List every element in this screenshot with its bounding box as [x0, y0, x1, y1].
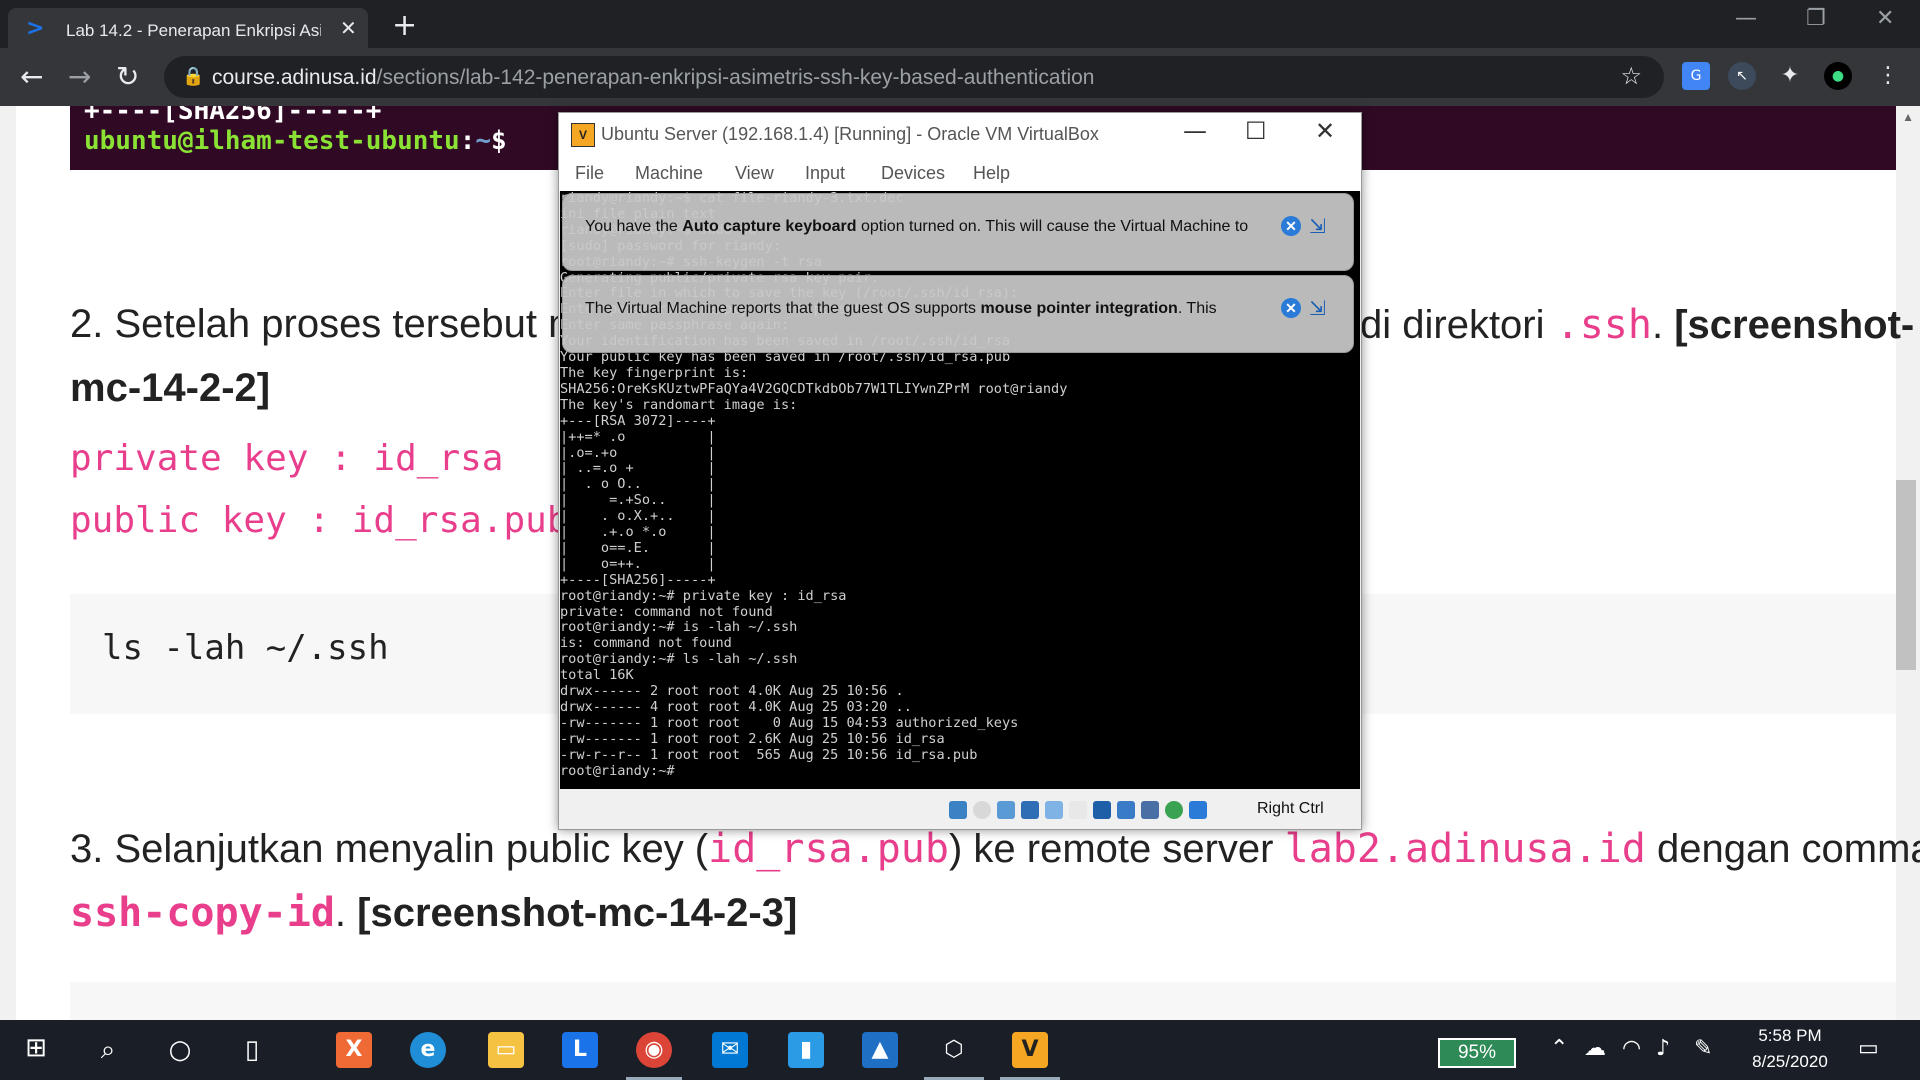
- do-not-show-again-icon[interactable]: ⇲: [1309, 214, 1326, 238]
- xampp-icon[interactable]: X: [336, 1032, 372, 1068]
- address-bar[interactable]: 🔒 course.adinusa.id/sections/lab-142-pen…: [164, 56, 1664, 98]
- menu-devices[interactable]: Devices: [881, 163, 945, 184]
- optical-drive-icon[interactable]: [949, 801, 967, 819]
- volume-icon[interactable]: ♪: [1656, 1036, 1670, 1061]
- shared-folders-icon[interactable]: [1045, 801, 1063, 819]
- notifications-icon[interactable]: ▭: [1858, 1036, 1879, 1061]
- vbox-titlebar[interactable]: V Ubuntu Server (192.168.1.4) [Running] …: [559, 113, 1361, 155]
- vm-console-screen[interactable]: riandy@riandy:~$ cat file-riandy-3.txt.d…: [560, 191, 1360, 789]
- vbox-close-icon[interactable]: ✕: [1315, 117, 1335, 145]
- close-window-icon[interactable]: ✕: [1876, 6, 1894, 31]
- guest-additions-icon[interactable]: [1117, 801, 1135, 819]
- browser-toolbar: ← → ↻ 🔒 course.adinusa.id/sections/lab-1…: [0, 48, 1920, 106]
- step-3-text-line2: ssh-copy-id. [screenshot-mc-14-2-3]: [70, 890, 798, 936]
- terminal-sha-line: +----[SHA256]-----+: [84, 106, 382, 126]
- mouse-integration-notification: The Virtual Machine reports that the gue…: [562, 275, 1354, 353]
- translate-icon[interactable]: G: [1682, 62, 1710, 90]
- pen-icon[interactable]: ✎: [1694, 1036, 1712, 1061]
- menu-dots-icon[interactable]: ⋮: [1874, 62, 1902, 90]
- cortana-icon[interactable]: ○: [162, 1032, 198, 1068]
- menu-help[interactable]: Help: [973, 163, 1010, 184]
- vbox-window-title: Ubuntu Server (192.168.1.4) [Running] - …: [601, 124, 1099, 144]
- code-command: ls -lah ~/.ssh: [102, 628, 389, 668]
- do-not-show-again-icon[interactable]: ⇲: [1309, 296, 1326, 320]
- private-key-line: private key : id_rsa: [70, 438, 504, 479]
- dismiss-notification-icon[interactable]: ✕: [1281, 298, 1301, 318]
- host-key-label: Right Ctrl: [1257, 800, 1324, 817]
- step-3-text: 3. Selanjutkan menyalin public key (id_r…: [70, 826, 1920, 872]
- battery-indicator[interactable]: 95%: [1438, 1038, 1516, 1068]
- video-capture-icon[interactable]: [1093, 801, 1111, 819]
- virtualbox-taskbar-icon[interactable]: V: [1012, 1032, 1048, 1068]
- display-icon[interactable]: [1069, 801, 1087, 819]
- virtualbox-window[interactable]: V Ubuntu Server (192.168.1.4) [Running] …: [558, 112, 1362, 830]
- 3d-viewer-icon[interactable]: ⬡: [936, 1032, 972, 1068]
- auto-capture-message: You have the Auto capture keyboard optio…: [585, 218, 1249, 235]
- step-2-text-right: di direktori .ssh. [screenshot-: [1360, 302, 1915, 348]
- clock-time[interactable]: 5:58 PM: [1750, 1026, 1830, 1046]
- public-key-line: public key : id_rsa.pub: [70, 500, 569, 541]
- virtualbox-app-icon: V: [571, 123, 595, 147]
- restore-icon[interactable]: ❐: [1806, 6, 1826, 31]
- edge-icon[interactable]: e: [410, 1032, 446, 1068]
- tray-overflow-icon[interactable]: ⌃: [1550, 1036, 1568, 1061]
- minimize-icon[interactable]: —: [1735, 6, 1757, 31]
- vbox-maximize-icon[interactable]: ☐: [1245, 117, 1267, 145]
- mouse-integration-message: The Virtual Machine reports that the gue…: [585, 300, 1217, 317]
- chrome-icon[interactable]: ◉: [636, 1032, 672, 1068]
- cpu-icon[interactable]: [1141, 801, 1159, 819]
- windows-start-icon[interactable]: ⊞: [18, 1030, 54, 1066]
- search-icon[interactable]: ⌕: [90, 1032, 126, 1068]
- step-2-text-left: 2. Setelah proses tersebut m: [70, 302, 582, 346]
- extensions-puzzle-icon[interactable]: ✦: [1776, 62, 1804, 90]
- forward-arrow-icon[interactable]: →: [68, 60, 91, 93]
- page-scrollbar-thumb[interactable]: [1896, 480, 1916, 670]
- browser-tab[interactable]: > Lab 14.2 - Penerapan Enkripsi Asi ✕: [8, 8, 368, 48]
- file-explorer-icon[interactable]: ▭: [488, 1032, 524, 1068]
- code-block-2: [70, 982, 1896, 1020]
- windows-taskbar: ⊞ ⌕ ○ ▯ X e ▭ L ◉ ✉ ▮ ▲ ⬡ V 95% ⌃ ☁ ◠ ♪ …: [0, 1020, 1920, 1080]
- dismiss-notification-icon[interactable]: ✕: [1281, 216, 1301, 236]
- new-tab-button[interactable]: +: [392, 8, 417, 43]
- vbox-menubar: File Machine View Input Devices Help: [559, 155, 1361, 191]
- usb-icon[interactable]: [1021, 801, 1039, 819]
- terminal-prompt: ubuntu@ilham-test-ubuntu:~$: [84, 126, 507, 156]
- lock-icon[interactable]: 🔒: [182, 66, 204, 87]
- network-icon[interactable]: [997, 801, 1015, 819]
- vbox-minimize-icon[interactable]: —: [1183, 117, 1207, 145]
- url-text[interactable]: course.adinusa.id/sections/lab-142-pener…: [212, 66, 1094, 90]
- wifi-icon[interactable]: ◠: [1622, 1036, 1641, 1061]
- menu-file[interactable]: File: [575, 163, 604, 184]
- back-arrow-icon[interactable]: ←: [20, 60, 43, 93]
- mail-icon[interactable]: ✉: [712, 1032, 748, 1068]
- audio-icon[interactable]: [973, 801, 991, 819]
- menu-input[interactable]: Input: [805, 163, 845, 184]
- menu-view[interactable]: View: [735, 163, 774, 184]
- vbox-statusbar: Right Ctrl: [559, 789, 1361, 829]
- profile-icon[interactable]: ●: [1824, 62, 1852, 90]
- cursor-extension-icon[interactable]: ↖: [1728, 62, 1756, 90]
- keyboard-capture-icon[interactable]: [1189, 801, 1207, 819]
- tab-title: Lab 14.2 - Penerapan Enkripsi Asi: [66, 21, 321, 40]
- photos-icon[interactable]: ▲: [862, 1032, 898, 1068]
- auto-capture-notification: You have the Auto capture keyboard optio…: [562, 193, 1354, 271]
- star-icon[interactable]: ☆: [1620, 62, 1642, 90]
- scroll-up-icon[interactable]: ▲: [1902, 110, 1914, 124]
- reload-icon[interactable]: ↻: [116, 60, 139, 93]
- mouse-integration-icon[interactable]: [1165, 801, 1183, 819]
- step-2-screenshot-ref: mc-14-2-2]: [70, 366, 271, 410]
- clock-date[interactable]: 8/25/2020: [1740, 1052, 1840, 1072]
- task-view-icon[interactable]: ▯: [234, 1032, 270, 1068]
- app-l-icon[interactable]: L: [562, 1032, 598, 1068]
- tab-close-button[interactable]: ✕: [340, 16, 357, 41]
- menu-machine[interactable]: Machine: [635, 163, 703, 184]
- site-favicon-icon: >: [26, 16, 45, 41]
- phone-app-icon[interactable]: ▮: [788, 1032, 824, 1068]
- browser-tab-strip: > Lab 14.2 - Penerapan Enkripsi Asi ✕ + …: [0, 0, 1920, 48]
- onedrive-icon[interactable]: ☁: [1584, 1036, 1606, 1061]
